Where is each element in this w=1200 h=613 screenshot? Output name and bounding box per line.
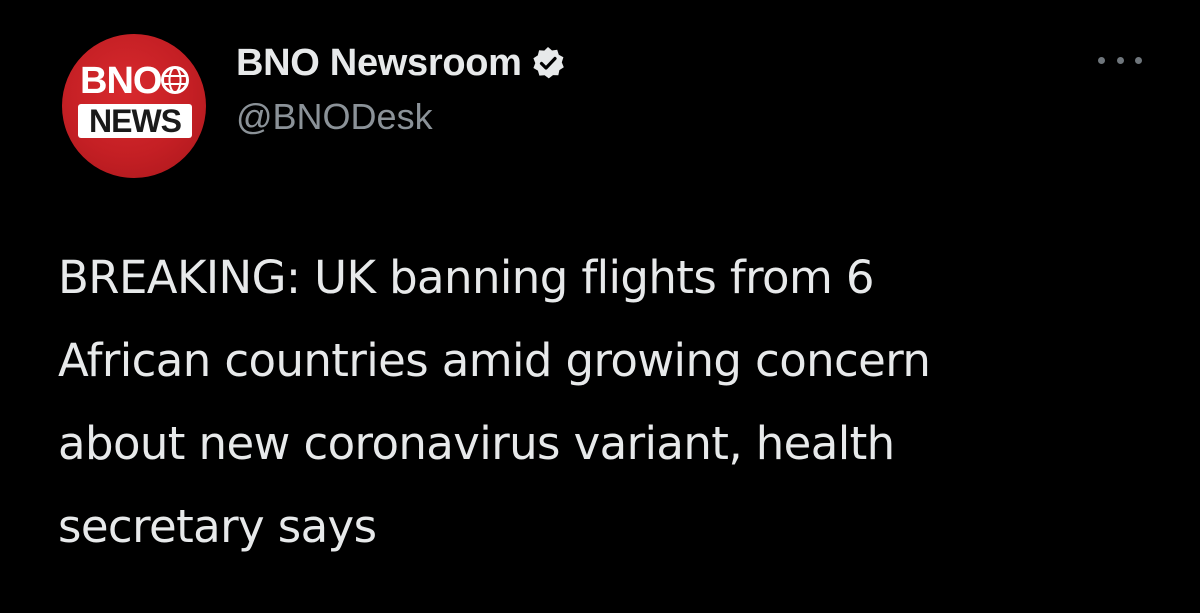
more-dot [1135,56,1142,64]
more-options-icon[interactable] [1098,50,1142,70]
tweet-text-line: BREAKING: UK banning flights from 6 [58,251,875,304]
avatar-logo-bottom: NEWS [78,104,192,138]
tweet-card: BNO NEWS BNO Newsroom @BNODesk BREAKING:… [0,0,1200,613]
tweet-text-line: secretary says [58,500,377,553]
globe-icon [161,66,189,94]
author-display-name[interactable]: BNO Newsroom [236,42,522,85]
verified-badge-icon [533,47,564,79]
avatar-logo-top: BNO [80,60,162,102]
avatar-logo-bottom-text: NEWS [89,103,182,139]
tweet-text-line: African countries amid growing concern [58,334,931,387]
author-name-row: BNO Newsroom [236,40,566,86]
more-dot [1098,56,1105,64]
tweet-text: BREAKING: UK banning flights from 6 Afri… [58,236,1168,568]
avatar[interactable]: BNO NEWS [62,34,206,178]
tweet-text-line: about new coronavirus variant, health [58,417,895,470]
author-handle[interactable]: @BNODesk [236,96,433,138]
more-dot [1116,56,1124,64]
